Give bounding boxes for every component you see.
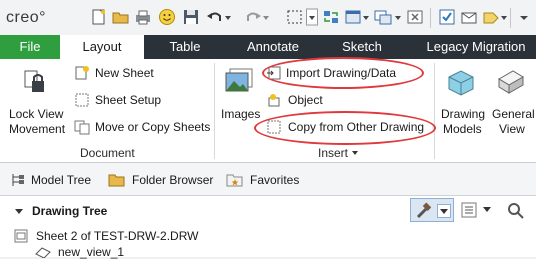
switch-windows-dropdown-icon[interactable]	[394, 8, 402, 26]
insert-dropdown-icon	[352, 151, 359, 155]
smiley-icon[interactable]	[158, 8, 176, 26]
undo-icon[interactable]	[206, 8, 224, 26]
object-button[interactable]: Object	[266, 91, 346, 109]
lock-view-label-2: Movement	[9, 122, 66, 136]
tab-layout[interactable]: Layout	[60, 35, 144, 59]
highlight-ellipse-copy	[254, 111, 436, 145]
select-dropdown-icon[interactable]	[306, 8, 318, 26]
object-icon	[268, 94, 280, 107]
insert-group-menu[interactable]: Insert	[318, 146, 359, 160]
object-label: Object	[288, 93, 323, 107]
select-box-icon[interactable]	[286, 8, 304, 26]
new-sheet-label: New Sheet	[95, 66, 154, 80]
close-window-icon[interactable]	[406, 8, 424, 26]
redo-dropdown-icon[interactable]	[262, 8, 270, 26]
window-dropdown-icon[interactable]	[362, 8, 370, 26]
show-dropdown-icon[interactable]	[482, 204, 492, 214]
mail-icon[interactable]	[460, 8, 478, 26]
show-list-icon[interactable]	[460, 201, 478, 219]
save-icon[interactable]	[182, 8, 200, 26]
tree-settings-filter-icon[interactable]	[506, 200, 526, 220]
creo-logo: creo°	[6, 9, 47, 26]
favorites-icon	[226, 174, 243, 187]
tab-annotate[interactable]: Annotate	[236, 35, 310, 59]
move-copy-sheets-label: Move or Copy Sheets	[95, 120, 211, 134]
folder-browser-label: Folder Browser	[132, 173, 214, 187]
drawing-tree-title: Drawing Tree	[32, 204, 108, 218]
move-copy-sheets-button[interactable]: Move or Copy Sheets	[72, 118, 212, 136]
tab-folder-browser[interactable]: Folder Browser	[106, 169, 218, 191]
favorites-label: Favorites	[250, 173, 300, 187]
new-file-icon[interactable]	[90, 8, 108, 26]
sheet-icon	[14, 229, 28, 243]
view-icon	[35, 247, 51, 258]
checklist-icon[interactable]	[438, 8, 456, 26]
sheet-setup-button[interactable]: Sheet Setup	[72, 91, 192, 109]
drawing-models-label-2: Models	[443, 122, 482, 136]
tab-file[interactable]: File	[0, 35, 60, 59]
lock-view-movement-button[interactable]: Lock View Movement	[0, 59, 68, 139]
sheet-setup-label: Sheet Setup	[95, 93, 162, 107]
tools-dropdown-icon	[437, 204, 451, 218]
quick-access-toolbar: creo°	[0, 0, 536, 36]
tab-table[interactable]: Table	[150, 35, 220, 59]
tab-legacy-migration[interactable]: Legacy Migration	[418, 35, 534, 59]
images-label: Images	[221, 107, 261, 121]
general-view-button[interactable]: General View	[488, 59, 535, 139]
regenerate-icon[interactable]	[322, 8, 340, 26]
tag-icon[interactable]	[482, 8, 500, 26]
lock-view-label-1: Lock View	[9, 107, 64, 121]
undo-dropdown-icon[interactable]	[224, 8, 232, 26]
images-icon	[225, 68, 253, 92]
toolbar-separator	[510, 8, 511, 28]
insert-group-label: Insert	[318, 146, 349, 160]
folder-browser-icon	[108, 174, 125, 187]
document-group-label: Document	[80, 146, 135, 160]
customize-toolbar-icon[interactable]	[518, 8, 530, 26]
new-sheet-button[interactable]: New Sheet	[72, 64, 192, 82]
drawing-models-label-1: Drawing	[441, 107, 486, 121]
group-separator	[434, 63, 435, 159]
tab-model-tree[interactable]: Model Tree	[6, 169, 100, 191]
switch-windows-icon[interactable]	[374, 8, 392, 26]
drawing-models-button[interactable]: Drawing Models	[438, 59, 486, 139]
open-folder-icon[interactable]	[112, 8, 130, 26]
collapse-chevron-icon[interactable]	[14, 206, 24, 216]
window-icon[interactable]	[344, 8, 362, 26]
toolbar-separator	[430, 8, 431, 28]
tools-icon	[416, 202, 432, 219]
tab-sketch[interactable]: Sketch	[332, 35, 392, 59]
tag-dropdown-icon[interactable]	[500, 8, 508, 26]
group-separator	[214, 63, 215, 159]
tree-settings-button[interactable]	[410, 198, 454, 222]
sheet-tree-item[interactable]: Sheet 2 of TEST-DRW-2.DRW	[36, 229, 199, 243]
redo-icon[interactable]	[244, 8, 262, 26]
new-sheet-icon	[75, 66, 89, 80]
highlight-ellipse-import	[262, 57, 424, 89]
general-view-label-1: General	[492, 107, 535, 121]
model-tree-label: Model Tree	[31, 173, 92, 187]
general-view-icon	[498, 70, 524, 94]
ribbon-tab-bar: File Layout Table Annotate Sketch Legacy…	[0, 35, 536, 59]
ribbon-panel: Lock View Movement New Sheet Sheet Setup…	[0, 57, 536, 163]
navigator-tab-bar: Model Tree Folder Browser Favorites	[0, 163, 536, 196]
general-view-label-2: View	[499, 122, 525, 136]
drawing-tree-panel: Drawing Tree Sheet 2 of TEST-DRW-2.DRW n…	[0, 196, 536, 259]
print-icon[interactable]	[134, 8, 152, 26]
lock-icon	[24, 70, 44, 92]
tab-favorites[interactable]: Favorites	[224, 169, 314, 191]
sheet-setup-icon	[75, 93, 89, 107]
drawing-models-icon	[448, 70, 474, 96]
move-copy-sheets-icon	[74, 120, 90, 135]
model-tree-icon	[12, 174, 24, 186]
